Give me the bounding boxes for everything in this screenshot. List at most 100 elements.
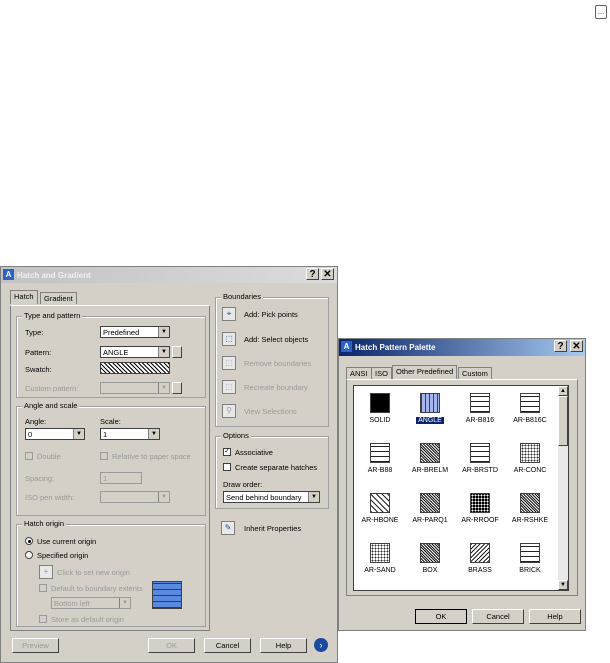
brick-origin-icon (152, 581, 182, 609)
autocad-app-icon: A (3, 269, 14, 280)
pattern-select[interactable]: ANGLE ▼ (100, 346, 170, 358)
vertical-scrollbar[interactable]: ▲ ▼ (558, 386, 568, 590)
draw-order-value: Send behind boundary (226, 493, 302, 502)
select-objects-icon[interactable]: ⬚ (222, 332, 236, 346)
store-default-checkbox[interactable] (39, 615, 47, 623)
iso-pen-select[interactable]: ▼ (100, 491, 170, 503)
double-checkbox[interactable] (25, 452, 33, 460)
palette-help-title-button[interactable]: ? (554, 340, 567, 352)
palette-ok-button[interactable]: OK (415, 609, 467, 624)
pattern-swatch (520, 443, 540, 463)
pattern-tile[interactable]: AR-PARQ1 (405, 490, 455, 538)
recreate-boundary-label[interactable]: Recreate boundary (244, 383, 308, 392)
custom-browse-button[interactable] (172, 382, 182, 394)
origin-position-value: Bottom left (54, 599, 90, 608)
draw-order-select[interactable]: Send behind boundary ▼ (223, 491, 320, 503)
cancel-button[interactable]: Cancel (204, 638, 251, 653)
palette-cancel-button[interactable]: Cancel (472, 609, 524, 624)
default-extents-checkbox[interactable] (39, 584, 47, 592)
pattern-swatch (370, 443, 390, 463)
scroll-up-arrow[interactable]: ▲ (558, 386, 568, 396)
scroll-down-arrow[interactable]: ▼ (558, 580, 568, 590)
pattern-swatch (470, 493, 490, 513)
pattern-label: Pattern: (25, 348, 52, 357)
close-title-button[interactable]: ✕ (321, 268, 334, 280)
angle-select[interactable]: 0 ▼ (25, 428, 85, 440)
origin-position-select[interactable]: Bottom left ▼ (51, 597, 131, 609)
custom-pattern-select[interactable]: ▼ (100, 382, 170, 394)
preview-button[interactable]: Preview (12, 638, 59, 653)
tab-custom[interactable]: Custom (458, 367, 492, 379)
palette-close-title-button[interactable]: ✕ (570, 340, 583, 352)
pattern-tile[interactable]: AR-B816 (455, 390, 505, 438)
type-value: Predefined (103, 328, 140, 337)
add-pick-points-label[interactable]: Add: Pick points (244, 310, 298, 319)
type-select[interactable]: Predefined ▼ (100, 326, 170, 338)
pattern-tile[interactable]: AR-SAND (355, 540, 405, 588)
associative-checkbox[interactable]: ✓ (223, 448, 231, 456)
pattern-tile[interactable]: AR-B88 (355, 440, 405, 488)
palette-help-button[interactable]: Help (529, 609, 581, 624)
pattern-tile[interactable]: AR-CONC (505, 440, 555, 488)
crosshair-icon[interactable]: + (39, 565, 53, 579)
pattern-name: AR-B816 (465, 417, 495, 424)
tab-iso[interactable]: ISO (371, 367, 392, 379)
scale-select[interactable]: 1 ▼ (100, 428, 160, 440)
tab-other-predefined[interactable]: Other Predefined (392, 365, 458, 379)
tab-gradient[interactable]: Gradient (40, 292, 77, 304)
separate-hatches-label: Create separate hatches (235, 463, 318, 472)
remove-boundaries-label[interactable]: Remove boundaries (244, 359, 311, 368)
tab-ansi[interactable]: ANSI (346, 367, 372, 379)
chevron-down-icon: ▼ (158, 492, 169, 502)
spacing-input[interactable]: 1 (100, 472, 142, 484)
boundaries-title: Boundaries (221, 292, 263, 301)
autocad-app-icon: A (341, 341, 352, 352)
palette-titlebar[interactable]: A Hatch Pattern Palette ? ✕ (339, 339, 585, 356)
angle-value: 0 (28, 430, 33, 439)
pattern-tile[interactable]: AR-RSHKE (505, 490, 555, 538)
pattern-tile[interactable]: BRASS (455, 540, 505, 588)
pattern-tile[interactable]: BRICK (505, 540, 555, 588)
swatch-preview[interactable] (100, 362, 170, 374)
pattern-name: SOLID (369, 417, 391, 424)
pattern-name: BRASS (468, 567, 492, 574)
more-options-arrow-icon[interactable]: › (314, 638, 328, 652)
inherit-properties-label[interactable]: Inherit Properties (244, 524, 301, 533)
pattern-browse-button[interactable] (172, 346, 182, 358)
pattern-tile[interactable]: AR-RROOF (455, 490, 505, 538)
pattern-swatch (370, 493, 390, 513)
draw-order-label: Draw order: (223, 480, 263, 489)
ellipsis-icon[interactable]: … (595, 5, 607, 19)
separate-hatches-checkbox[interactable] (223, 463, 231, 471)
help-title-button[interactable]: ? (306, 268, 319, 280)
pattern-swatch (420, 393, 440, 413)
pattern-value: ANGLE (103, 348, 129, 357)
use-current-origin-radio[interactable] (25, 537, 33, 545)
pattern-name: AR-RSHKE (511, 517, 549, 524)
pattern-tile[interactable]: AR-HBONE (355, 490, 405, 538)
specified-origin-radio[interactable] (25, 551, 33, 559)
pattern-swatch (370, 543, 390, 563)
relative-paper-checkbox[interactable] (100, 452, 108, 460)
remove-boundaries-icon[interactable]: ⬚ (222, 356, 236, 370)
help-button[interactable]: Help (260, 638, 307, 653)
inherit-brush-icon[interactable]: ✎ (221, 521, 235, 535)
pattern-name: AR-HBONE (361, 517, 399, 524)
chevron-down-icon: ▼ (158, 327, 169, 337)
magnifier-icon[interactable]: ⚲ (222, 404, 236, 418)
pattern-tile[interactable]: BOX (405, 540, 455, 588)
pattern-tile[interactable]: SOLID (355, 390, 405, 438)
pattern-tile[interactable]: AR-BRELM (405, 440, 455, 488)
scroll-thumb[interactable] (558, 396, 568, 446)
hatch-dialog-titlebar[interactable]: A Hatch and Gradient ? ✕ (1, 267, 337, 283)
view-selections-label[interactable]: View Selections (244, 407, 297, 416)
pattern-tile[interactable]: ANGLE (405, 390, 455, 438)
add-select-objects-label[interactable]: Add: Select objects (244, 335, 308, 344)
ok-button[interactable]: OK (148, 638, 195, 653)
pattern-tile[interactable]: AR-BRSTD (455, 440, 505, 488)
pick-points-icon[interactable]: ⌖ (222, 307, 236, 321)
custom-pattern-label: Custom pattern: (25, 384, 79, 393)
tab-hatch[interactable]: Hatch (10, 290, 38, 304)
recreate-boundary-icon[interactable]: ⬚ (222, 380, 236, 394)
pattern-tile[interactable]: AR-B816C (505, 390, 555, 438)
